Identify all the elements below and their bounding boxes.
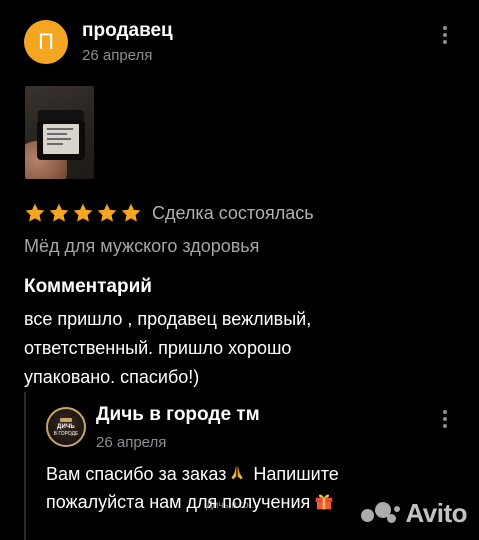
review-header: П продавец 26 апреля <box>24 20 455 64</box>
review-date: 26 апреля <box>82 47 153 64</box>
comment-heading: Комментарий <box>24 276 152 297</box>
comment-line: ответственный. пришло хорошо <box>24 338 292 358</box>
overlay-watermark-text: Дичь в го... <box>206 500 257 511</box>
reviewer-name[interactable]: продавец <box>82 20 173 42</box>
avito-wordmark: Avito <box>405 498 467 528</box>
seller-info: Дичь в городе тм 26 апреля <box>96 404 260 451</box>
avito-watermark: Avito <box>361 500 467 526</box>
reviewer-avatar[interactable]: П <box>24 20 68 64</box>
reply-more-menu-icon[interactable] <box>435 408 455 430</box>
star-icon <box>121 203 141 222</box>
review-more-menu-icon[interactable] <box>435 24 455 46</box>
review-photo-thumbnail[interactable] <box>25 86 94 179</box>
avito-logo-icon <box>361 502 401 524</box>
star-rating <box>24 202 144 224</box>
comment-line: все пришло , продавец вежливый, <box>24 309 312 329</box>
deal-status: Сделка состоялась <box>152 203 314 223</box>
star-icon <box>49 203 69 222</box>
gift-icon <box>315 494 333 510</box>
reply-header: ДИЧЬ В ГОРОДЕ Дичь в городе тм 26 апреля <box>46 404 455 451</box>
star-icon <box>25 203 45 222</box>
seller-avatar[interactable]: ДИЧЬ В ГОРОДЕ <box>46 407 86 447</box>
reply-divider <box>24 392 26 540</box>
seller-logo-subtext: В ГОРОДЕ <box>53 430 79 437</box>
product-name[interactable]: Мёд для мужского здоровья <box>24 234 259 258</box>
star-icon <box>73 203 93 222</box>
star-icon <box>97 203 117 222</box>
comment-line: упаковано. спасибо!) <box>24 367 200 387</box>
seller-logo-text: ДИЧЬ <box>57 423 75 430</box>
reply-line: Вам спасибо за заказ Напишите <box>46 464 339 484</box>
reply-date: 26 апреля <box>96 434 167 451</box>
rating-row: Сделка состоялась <box>24 202 314 224</box>
comment-text: все пришло , продавец вежливый, ответств… <box>24 305 444 392</box>
seller-name[interactable]: Дичь в городе тм <box>96 404 260 426</box>
folded-hands-icon <box>231 465 244 480</box>
reviewer-info: продавец 26 апреля <box>82 20 173 65</box>
avatar-letter: П <box>38 29 54 54</box>
review-screen: П продавец 26 апреля Сделка состоялась М… <box>0 0 479 540</box>
